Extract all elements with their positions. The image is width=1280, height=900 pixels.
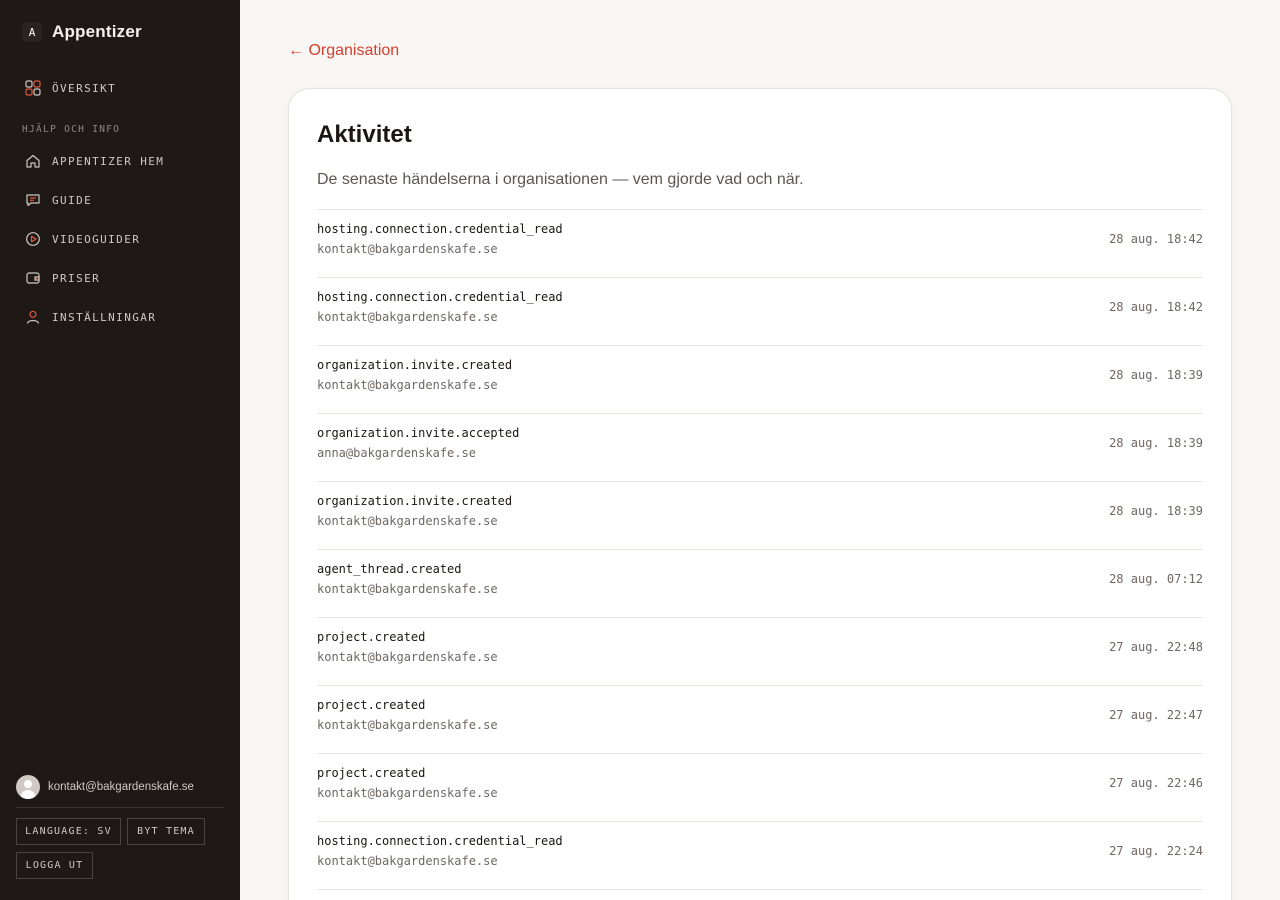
nav-label: GUIDE — [52, 193, 93, 207]
nav-item-appentizer-hem[interactable]: APPENTIZER HEM — [24, 151, 164, 171]
wallet-icon — [24, 269, 42, 287]
back-link-organisation[interactable]: ← Organisation — [288, 42, 399, 60]
chat-icon — [24, 191, 42, 209]
nav-label: ÖVERSIKT — [52, 81, 117, 95]
event-type: agent_thread.created — [317, 562, 462, 576]
event-type: hosting.connection.credential_read — [317, 222, 563, 236]
event-actor: kontakt@bakgardenskafe.se — [317, 242, 498, 256]
event-actor: anna@bakgardenskafe.se — [317, 446, 476, 460]
activity-row[interactable]: hosting.connection.credential_read konta… — [317, 822, 1203, 890]
nav-label: PRISER — [52, 271, 101, 285]
user-email: kontakt@bakgardenskafe.se — [48, 781, 194, 793]
activity-row[interactable]: organization.invite.created kontakt@bakg… — [317, 482, 1203, 550]
event-time: 27 aug. 22:46 — [1109, 776, 1203, 790]
event-type: project.created — [317, 766, 426, 780]
nav-item-priser[interactable]: PRISER — [24, 268, 100, 288]
event-actor: kontakt@bakgardenskafe.se — [317, 378, 498, 392]
event-time: 28 aug. 18:42 — [1109, 232, 1203, 246]
event-actor: kontakt@bakgardenskafe.se — [317, 854, 498, 868]
event-type: hosting.connection.credential_read — [317, 834, 563, 848]
activity-row[interactable]: organization.invite.accepted anna@bakgar… — [317, 414, 1203, 482]
event-actor: kontakt@bakgardenskafe.se — [317, 718, 498, 732]
page-title: Aktivitet — [317, 121, 412, 148]
activity-row[interactable]: organization.invite.created kontakt@bakg… — [317, 346, 1203, 414]
activity-row[interactable]: project.created kontakt@bakgardenskafe.s… — [317, 686, 1203, 754]
event-type: organization.invite.created — [317, 494, 513, 508]
nav-item-videoguider[interactable]: VIDEOGUIDER — [24, 229, 140, 249]
event-time: 27 aug. 22:47 — [1109, 708, 1203, 722]
event-time: 27 aug. 22:24 — [1109, 844, 1203, 858]
event-time: 28 aug. 18:39 — [1109, 504, 1203, 518]
activity-row[interactable]: project.created kontakt@bakgardenskafe.s… — [317, 754, 1203, 822]
event-time: 27 aug. 22:48 — [1109, 640, 1203, 654]
event-actor: kontakt@bakgardenskafe.se — [317, 310, 498, 324]
home-icon — [24, 152, 42, 170]
user-profile[interactable]: kontakt@bakgardenskafe.se — [16, 775, 224, 808]
activity-row[interactable]: hosting.connection.credential_read konta… — [317, 210, 1203, 278]
activity-row[interactable]: hosting.connection.credential_read konta… — [317, 278, 1203, 346]
page-subtitle: De senaste händelserna i organisationen … — [317, 171, 804, 188]
grid-icon — [24, 79, 42, 97]
user-icon — [24, 308, 42, 326]
play-circle-icon — [24, 230, 42, 248]
event-time: 28 aug. 18:39 — [1109, 436, 1203, 450]
nav-item-guide[interactable]: GUIDE — [24, 190, 92, 210]
nav-item-installningar[interactable]: INSTÄLLNINGAR — [24, 307, 156, 327]
avatar — [16, 775, 40, 799]
nav-label: VIDEOGUIDER — [52, 232, 141, 246]
event-actor: kontakt@bakgardenskafe.se — [317, 650, 498, 664]
event-type: organization.invite.accepted — [317, 426, 520, 440]
event-time: 28 aug. 18:42 — [1109, 300, 1203, 314]
section-label-help: HJÄLP OCH INFO — [22, 124, 121, 135]
nav-item-oversikt[interactable]: ÖVERSIKT — [24, 78, 116, 98]
brand-logo: A — [22, 22, 42, 42]
activity-list: hosting.connection.credential_read konta… — [317, 209, 1203, 890]
event-type: project.created — [317, 698, 426, 712]
event-actor: kontakt@bakgardenskafe.se — [317, 514, 498, 528]
language-button[interactable]: LANGUAGE: SV — [16, 818, 121, 845]
event-actor: kontakt@bakgardenskafe.se — [317, 786, 498, 800]
brand-name: Appentizer — [52, 22, 142, 41]
event-actor: kontakt@bakgardenskafe.se — [317, 582, 498, 596]
logout-button[interactable]: LOGGA UT — [16, 852, 93, 879]
sidebar: A Appentizer ÖVERSIKT HJÄLP OCH INFO APP… — [0, 0, 240, 900]
activity-card: Aktivitet De senaste händelserna i organ… — [288, 88, 1232, 900]
nav-label: INSTÄLLNINGAR — [52, 310, 157, 324]
event-time: 28 aug. 18:39 — [1109, 368, 1203, 382]
activity-row[interactable]: agent_thread.created kontakt@bakgardensk… — [317, 550, 1203, 618]
theme-toggle-button[interactable]: BYT TEMA — [127, 818, 205, 845]
nav-label: APPENTIZER HEM — [52, 154, 165, 168]
brand[interactable]: A Appentizer — [22, 22, 142, 42]
event-time: 28 aug. 07:12 — [1109, 572, 1203, 586]
event-type: hosting.connection.credential_read — [317, 290, 563, 304]
activity-row[interactable]: project.created kontakt@bakgardenskafe.s… — [317, 618, 1203, 686]
event-type: project.created — [317, 630, 426, 644]
event-type: organization.invite.created — [317, 358, 513, 372]
